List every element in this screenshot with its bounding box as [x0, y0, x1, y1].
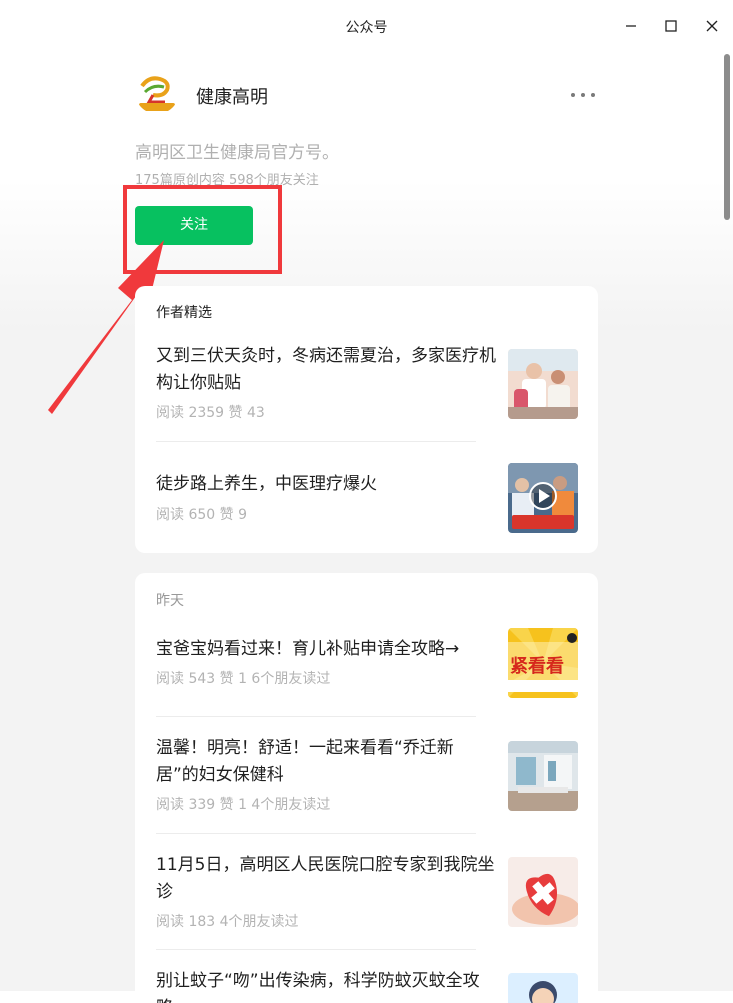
- more-horizontal-icon[interactable]: [569, 86, 597, 102]
- scroll-thumb[interactable]: [724, 54, 730, 220]
- video-thumbnail[interactable]: [508, 463, 578, 533]
- thumb-text: 紧看看: [510, 655, 564, 677]
- account-description: 高明区卫生健康局官方号。: [135, 143, 339, 163]
- title-bar: 公众号: [0, 0, 733, 52]
- divider: [156, 441, 476, 442]
- account-name: 健康高明: [196, 87, 268, 108]
- article-thumbnail[interactable]: [508, 741, 578, 811]
- article-thumbnail[interactable]: [508, 973, 578, 1003]
- yesterday-card: 昨天 宝爸宝妈看过来！育儿补贴申请全攻略→ 阅读 543 赞 1 6个朋友读过 …: [135, 573, 598, 1003]
- section-date: 昨天: [156, 593, 184, 609]
- close-icon[interactable]: [699, 13, 725, 39]
- article-title[interactable]: 徒步路上养生，中医理疗爆火: [156, 471, 496, 498]
- article-title[interactable]: 别让蚊子“吻”出传染病，科学防蚊灭蚊全攻略: [156, 968, 496, 1003]
- divider: [156, 716, 476, 717]
- minimize-icon[interactable]: [618, 13, 644, 39]
- article-meta: 阅读 2359 赞 43: [156, 405, 265, 421]
- article-meta: 阅读 650 赞 9: [156, 507, 247, 523]
- article-title[interactable]: 11月5日，高明区人民医院口腔专家到我院坐诊: [156, 852, 496, 906]
- account-avatar[interactable]: [135, 70, 179, 114]
- divider: [156, 833, 476, 834]
- article-title[interactable]: 又到三伏天灸时，冬病还需夏治，多家医疗机构让你贴贴: [156, 343, 496, 397]
- article-thumbnail[interactable]: [508, 349, 578, 419]
- maximize-icon[interactable]: [658, 13, 684, 39]
- article-meta: 阅读 543 赞 1 6个朋友读过: [156, 671, 331, 687]
- article-title[interactable]: 宝爸宝妈看过来！育儿补贴申请全攻略→: [156, 636, 496, 663]
- featured-title: 作者精选: [156, 305, 212, 321]
- article-meta: 阅读 339 赞 1 4个朋友读过: [156, 797, 331, 813]
- divider: [156, 949, 476, 950]
- article-meta: 阅读 183 4个朋友读过: [156, 914, 299, 930]
- article-thumbnail[interactable]: [508, 857, 578, 927]
- article-title[interactable]: 温馨！明亮！舒适！一起来看看“乔迁新居”的妇女保健科: [156, 735, 496, 789]
- scrollbar[interactable]: [721, 52, 733, 991]
- featured-card: 作者精选 又到三伏天灸时，冬病还需夏治，多家医疗机构让你贴贴 阅读 2359 赞…: [135, 286, 598, 553]
- article-thumbnail[interactable]: 紧看看: [508, 628, 578, 698]
